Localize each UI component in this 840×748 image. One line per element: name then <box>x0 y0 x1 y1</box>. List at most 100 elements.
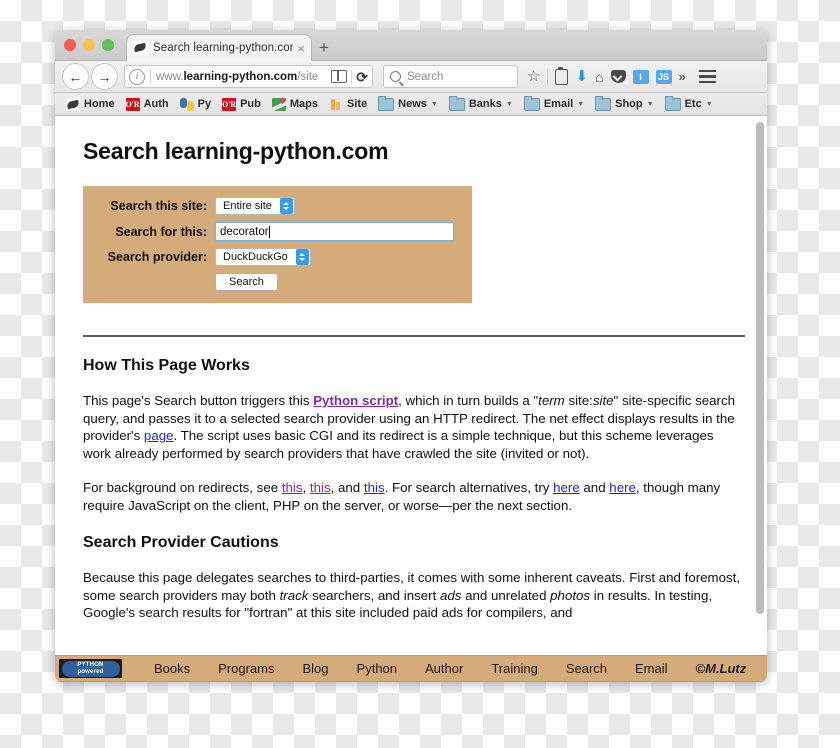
icon-divider <box>351 69 353 84</box>
folder-icon <box>595 96 612 111</box>
bookmark-label: Email <box>543 98 574 110</box>
text-run: , and <box>330 480 364 495</box>
url-prefix: www. <box>156 70 184 83</box>
python-icon <box>179 97 194 111</box>
bookmark-label: Etc <box>684 98 702 110</box>
chevron-down-icon: ▼ <box>577 100 585 108</box>
bookmark-label: Maps <box>289 98 318 110</box>
folder-icon <box>523 96 540 111</box>
forward-button[interactable]: → <box>91 63 118 90</box>
footer-link-training[interactable]: Training <box>477 661 551 676</box>
bookmark-folder-etc[interactable]: Etc ▼ <box>660 95 718 114</box>
bookmark-home[interactable]: Home <box>61 95 120 114</box>
snake-icon <box>66 97 80 111</box>
text-run: . For search alternatives, try <box>384 480 554 495</box>
stepper-arrows-icon[interactable] <box>279 198 293 214</box>
python-powered-badge[interactable]: PYTHON powered <box>59 659 122 678</box>
reload-icon[interactable]: ⟳ <box>356 70 368 84</box>
clipboard-icon[interactable] <box>555 66 569 85</box>
bookmark-maps[interactable]: Maps <box>267 95 323 114</box>
link-this-2[interactable]: this <box>310 480 331 495</box>
toolbar-icons: ☆ ⬇ ⌂ I JS » <box>527 66 716 85</box>
url-text: www.learning-python.com/site <box>156 71 331 83</box>
link-python-script[interactable]: Python script <box>313 393 398 408</box>
home-icon[interactable]: ⌂ <box>595 70 603 84</box>
page-title: Search learning-python.com <box>83 138 389 164</box>
overflow-chevrons-icon[interactable]: » <box>679 69 686 84</box>
url-path: /site <box>297 70 319 83</box>
link-here-1[interactable]: here <box>553 480 580 495</box>
bookmark-label: News <box>398 98 427 110</box>
minimize-window-button[interactable] <box>83 39 95 51</box>
footer-link-search[interactable]: Search <box>552 661 621 676</box>
search-submit-button[interactable]: Search <box>215 273 278 291</box>
search-query-input[interactable]: decorator <box>215 222 454 241</box>
site-footer-nav: PYTHON powered Books Programs Blog Pytho… <box>55 655 767 682</box>
footer-link-python[interactable]: Python <box>343 661 411 676</box>
footer-link-books[interactable]: Books <box>140 661 204 676</box>
javascript-badge-icon[interactable]: JS <box>655 69 672 84</box>
bookmark-star-icon[interactable]: ☆ <box>527 69 540 84</box>
heading-how-this-page-works: How This Page Works <box>83 357 250 374</box>
maximize-window-button[interactable] <box>102 39 114 51</box>
close-window-button[interactable] <box>64 39 76 51</box>
search-form-panel: Search this site: Entire site Search for… <box>83 186 472 303</box>
bookmark-folder-email[interactable]: Email ▼ <box>519 95 589 114</box>
vertical-scrollbar[interactable] <box>756 122 764 642</box>
tab-close-icon[interactable]: × <box>297 42 305 55</box>
browser-tab[interactable]: Search learning-python.com × <box>126 34 312 61</box>
link-this-1[interactable]: this <box>282 480 303 495</box>
bookmark-folder-shop[interactable]: Shop ▼ <box>590 95 658 114</box>
scrollbar-thumb[interactable] <box>756 122 764 614</box>
section-divider <box>83 335 745 337</box>
text-run: and unrelated <box>461 587 551 603</box>
bookmark-site[interactable]: Site <box>324 95 372 114</box>
footer-link-author[interactable]: Author <box>411 661 477 676</box>
link-here-2[interactable]: here <box>609 480 636 495</box>
pocket-icon[interactable] <box>610 70 626 83</box>
identity-badge-icon[interactable]: I <box>632 69 649 84</box>
bookmark-folder-news[interactable]: News ▼ <box>373 95 443 114</box>
paragraph-background-redirects: For background on redirects, see this, t… <box>83 479 745 514</box>
footer-link-programs[interactable]: Programs <box>204 661 288 676</box>
reader-view-icon[interactable] <box>331 69 348 83</box>
chevron-down-icon: ▼ <box>505 100 513 108</box>
emphasis-ads: ads <box>439 587 462 603</box>
url-divider <box>150 69 151 84</box>
bookmark-py[interactable]: Py <box>175 95 216 114</box>
stepper-arrows-icon[interactable] <box>295 249 309 265</box>
browser-window: Search learning-python.com × + ← → i www… <box>55 30 767 682</box>
window-titlebar: Search learning-python.com × + <box>55 30 767 61</box>
link-page[interactable]: page <box>144 428 174 443</box>
menu-hamburger-icon[interactable] <box>698 69 716 84</box>
text-run: , which in turn builds a " <box>398 393 539 408</box>
link-this-3[interactable]: this <box>364 480 385 495</box>
search-site-select[interactable]: Entire site <box>215 197 295 215</box>
tab-title: Search learning-python.com <box>153 42 294 54</box>
search-query-value: decorator <box>220 225 269 238</box>
footer-link-email[interactable]: Email <box>621 661 682 676</box>
download-arrow-icon[interactable]: ⬇ <box>575 69 588 84</box>
toolbar-search-box[interactable]: Search <box>383 65 518 88</box>
text-run: , <box>302 480 310 495</box>
navigation-toolbar: ← → i www.learning-python.com/site ⟳ Sea… <box>55 61 767 93</box>
footer-link-blog[interactable]: Blog <box>289 661 343 676</box>
new-tab-button[interactable]: + <box>319 39 329 56</box>
emphasis-site: site <box>592 393 614 408</box>
bookmark-label: Banks <box>468 98 502 110</box>
address-bar[interactable]: i www.learning-python.com/site ⟳ <box>124 65 373 88</box>
tab-favicon-snake-icon <box>133 41 148 55</box>
search-provider-label: Search provider: <box>107 250 207 264</box>
back-button[interactable]: ← <box>62 63 89 90</box>
search-provider-select[interactable]: DuckDuckGo <box>215 248 311 266</box>
form-row-provider: Search provider: DuckDuckGo <box>83 248 472 266</box>
bookmark-pub[interactable]: O'R Pub <box>217 95 266 114</box>
bookmark-auth[interactable]: O'R Auth <box>121 95 174 114</box>
paragraph-how-it-works: This page's Search button triggers this … <box>83 392 745 462</box>
oreilly-icon: O'R <box>221 97 237 111</box>
search-site-label: Search this site: <box>110 199 207 213</box>
bookmark-folder-banks[interactable]: Banks ▼ <box>444 95 518 114</box>
site-info-icon[interactable]: i <box>129 68 145 85</box>
footer-copyright: ©M.Lutz <box>695 661 747 676</box>
google-maps-icon <box>271 97 286 111</box>
